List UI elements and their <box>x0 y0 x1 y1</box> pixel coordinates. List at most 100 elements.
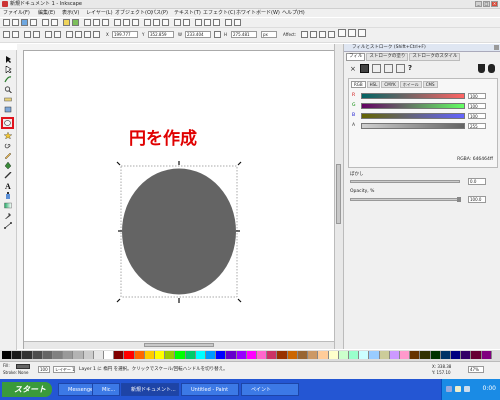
tweak-tool-icon[interactable] <box>4 76 12 83</box>
palette-swatch[interactable] <box>359 351 370 359</box>
palette-swatch[interactable] <box>389 351 400 359</box>
palette-swatch[interactable] <box>277 351 288 359</box>
star-tool-icon[interactable] <box>4 132 12 139</box>
menu-object[interactable]: オブジェクト(O) <box>115 10 153 16</box>
palette-swatch[interactable] <box>165 351 176 359</box>
palette-swatch[interactable] <box>328 351 339 359</box>
menu-edit[interactable]: 編集(E) <box>38 10 55 16</box>
layer-select[interactable]: レイヤー 1 <box>53 366 75 373</box>
palette-swatch[interactable] <box>83 351 94 359</box>
palette-swatch[interactable] <box>348 351 360 359</box>
menu-effects[interactable]: エフェクト(C) <box>203 10 235 16</box>
blur-slider[interactable] <box>350 180 460 183</box>
palette-swatch[interactable] <box>461 351 472 359</box>
palette-swatch[interactable] <box>195 351 207 359</box>
h-field[interactable]: 275.481 <box>231 31 257 38</box>
menu-help[interactable]: ヘルプ(H) <box>282 10 305 16</box>
preferences-icon[interactable] <box>234 19 241 26</box>
opacity-spinbox[interactable]: 100 <box>38 366 50 373</box>
opacity-slider[interactable] <box>350 197 461 202</box>
select-all-icon[interactable] <box>3 31 10 38</box>
snap-icon[interactable] <box>338 29 346 37</box>
new-document-icon[interactable] <box>3 19 10 26</box>
palette-swatch[interactable] <box>246 351 258 359</box>
palette-swatch[interactable] <box>206 351 217 359</box>
move-gradients-icon[interactable] <box>319 31 326 38</box>
snap-nodes-icon[interactable] <box>358 29 366 37</box>
tray-network-icon[interactable] <box>446 386 452 392</box>
maximize-button[interactable]: □ <box>483 1 490 7</box>
menu-view[interactable]: 表示(V) <box>62 10 79 16</box>
palette-swatch[interactable] <box>104 351 115 359</box>
raise-icon[interactable] <box>75 31 82 38</box>
palette-swatch[interactable] <box>440 351 451 359</box>
redo-icon[interactable] <box>72 19 79 26</box>
zoom-drawing-icon[interactable] <box>123 19 130 26</box>
palette-swatch[interactable] <box>134 351 145 359</box>
raise-to-top-icon[interactable] <box>66 31 73 38</box>
vertical-scrollbar[interactable] <box>334 44 343 349</box>
tab-rgb[interactable]: RGB <box>351 81 366 88</box>
palette-swatch[interactable] <box>318 351 329 359</box>
palette-swatch[interactable] <box>450 351 462 359</box>
palette-swatch[interactable] <box>216 351 227 359</box>
snap-bbox-icon[interactable] <box>348 29 356 37</box>
lock-ratio-icon[interactable] <box>214 31 221 38</box>
fill-indicator-swatch[interactable] <box>16 364 30 369</box>
flat-color-icon[interactable] <box>360 64 369 73</box>
palette-swatch[interactable] <box>308 351 319 359</box>
palette-swatch[interactable] <box>399 351 411 359</box>
flip-vertical-icon[interactable] <box>54 31 61 38</box>
tab-hsl[interactable]: HSL <box>366 81 381 88</box>
pattern-icon[interactable] <box>396 64 405 73</box>
horizontal-scroll-thumb[interactable] <box>144 343 214 347</box>
rotate-cw-icon[interactable] <box>33 31 40 38</box>
align-distribute-icon[interactable] <box>225 19 232 26</box>
export-icon[interactable] <box>51 19 58 26</box>
opacity-slider-thumb[interactable] <box>457 197 461 202</box>
taskbar-item-paint[interactable]: ペイント <box>241 383 299 396</box>
menu-whiteboard[interactable]: ホワイトボード(W) <box>236 10 280 16</box>
opacity-value[interactable]: 100.0 <box>468 196 486 203</box>
fill-stroke-icon[interactable] <box>195 19 202 26</box>
palette-swatch[interactable] <box>93 351 105 359</box>
x-field[interactable]: 199.777 <box>112 31 138 38</box>
ungroup-icon[interactable] <box>183 19 190 26</box>
unset-paint-icon[interactable]: ? <box>408 64 412 73</box>
xml-editor-icon[interactable] <box>213 19 220 26</box>
palette-swatch[interactable] <box>338 351 349 359</box>
linear-gradient-icon[interactable] <box>372 64 381 73</box>
palette-swatch[interactable] <box>481 351 492 359</box>
paste-icon[interactable] <box>102 19 109 26</box>
tab-cms[interactable]: CMS <box>422 81 438 88</box>
spiral-tool-icon[interactable] <box>4 142 12 149</box>
palette-swatch[interactable] <box>53 351 64 359</box>
palette-swatch[interactable] <box>124 351 135 359</box>
channel-a-value[interactable]: 255 <box>468 123 486 129</box>
flip-horizontal-icon[interactable] <box>45 31 52 38</box>
palette-swatch[interactable] <box>155 351 166 359</box>
palette-swatch[interactable] <box>267 351 278 359</box>
selected-ellipse[interactable] <box>116 161 242 303</box>
channel-a-slider[interactable] <box>361 123 465 129</box>
pencil-tool-icon[interactable] <box>4 152 12 159</box>
zoom-selection-icon[interactable] <box>114 19 121 26</box>
palette-swatch[interactable] <box>369 351 380 359</box>
pen-tool-icon[interactable] <box>4 162 12 169</box>
close-button[interactable]: × <box>491 1 498 7</box>
palette-swatch[interactable] <box>12 351 23 359</box>
tab-wheel[interactable]: ホイール <box>399 81 422 88</box>
channel-r-slider[interactable] <box>361 93 465 99</box>
palette-swatch[interactable] <box>226 351 237 359</box>
channel-g-value[interactable]: 100 <box>468 103 486 109</box>
channel-b-slider[interactable] <box>361 113 465 119</box>
palette-swatch[interactable] <box>430 351 441 359</box>
taskbar-item-paint-untitled[interactable]: Untitled - Paint <box>181 383 239 396</box>
palette-swatch[interactable] <box>410 351 421 359</box>
tab-stroke-style[interactable]: ストロークのスタイル <box>409 53 461 61</box>
palette-swatch[interactable] <box>379 351 390 359</box>
menu-file[interactable]: ファイル(F) <box>3 10 30 16</box>
tab-stroke-paint[interactable]: ストロークの塗り <box>366 53 409 61</box>
tray-security-icon[interactable] <box>464 386 470 392</box>
vertical-scroll-thumb[interactable] <box>336 164 341 224</box>
